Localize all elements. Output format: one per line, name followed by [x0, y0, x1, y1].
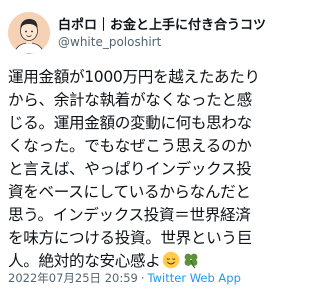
tweet-text-line: くなった。でもなぜこう思えるのか: [8, 137, 252, 155]
tweet-timestamp[interactable]: 2022年07月25日 20:59: [8, 271, 138, 285]
tweet-card: 白ポロ｜お金と上手に付き合うコツ @white_poloshirt 運用金額が1…: [0, 0, 300, 300]
tweet-text-line: 思う。インデックス投資＝世界経済: [8, 206, 251, 224]
tweet-meta: 2022年07月25日 20:59 · Twitter Web App: [8, 270, 241, 286]
four-leaf-clover-icon: [182, 251, 200, 269]
relieved-face-icon: [162, 251, 180, 269]
tweet-source-link[interactable]: Twitter Web App: [148, 271, 241, 285]
author-display-name[interactable]: 白ポロ｜お金と上手に付き合うコツ: [58, 17, 266, 34]
tweet-text-line: と言えば、やっぱりインデックス投: [8, 160, 252, 178]
tweet-text: 運用金額が1000万円を越えたあたり から、余計な執着がなくなったと感 じる。運…: [8, 66, 292, 273]
tweet-header: 白ポロ｜お金と上手に付き合うコツ @white_poloshirt: [8, 10, 292, 56]
tweet-text-line: を味方につける投資。世界という巨: [8, 229, 252, 247]
avatar-illustration-icon: [8, 12, 50, 54]
author-handle[interactable]: @white_poloshirt: [58, 34, 266, 50]
tweet-text-line: 人。絶対的な安心感よ: [8, 252, 161, 270]
tweet-text-line: 資をベースにしているからなんだと: [8, 183, 251, 201]
tweet-text-line: じる。運用金額の変動に何も思わな: [8, 114, 252, 132]
author-names: 白ポロ｜お金と上手に付き合うコツ @white_poloshirt: [58, 17, 266, 50]
tweet-text-line: から、余計な執着がなくなったと感: [8, 91, 252, 109]
meta-separator: ·: [140, 271, 145, 285]
tweet-text-line: 運用金額が1000万円を越えたあたり: [8, 68, 260, 86]
avatar[interactable]: [8, 12, 50, 54]
